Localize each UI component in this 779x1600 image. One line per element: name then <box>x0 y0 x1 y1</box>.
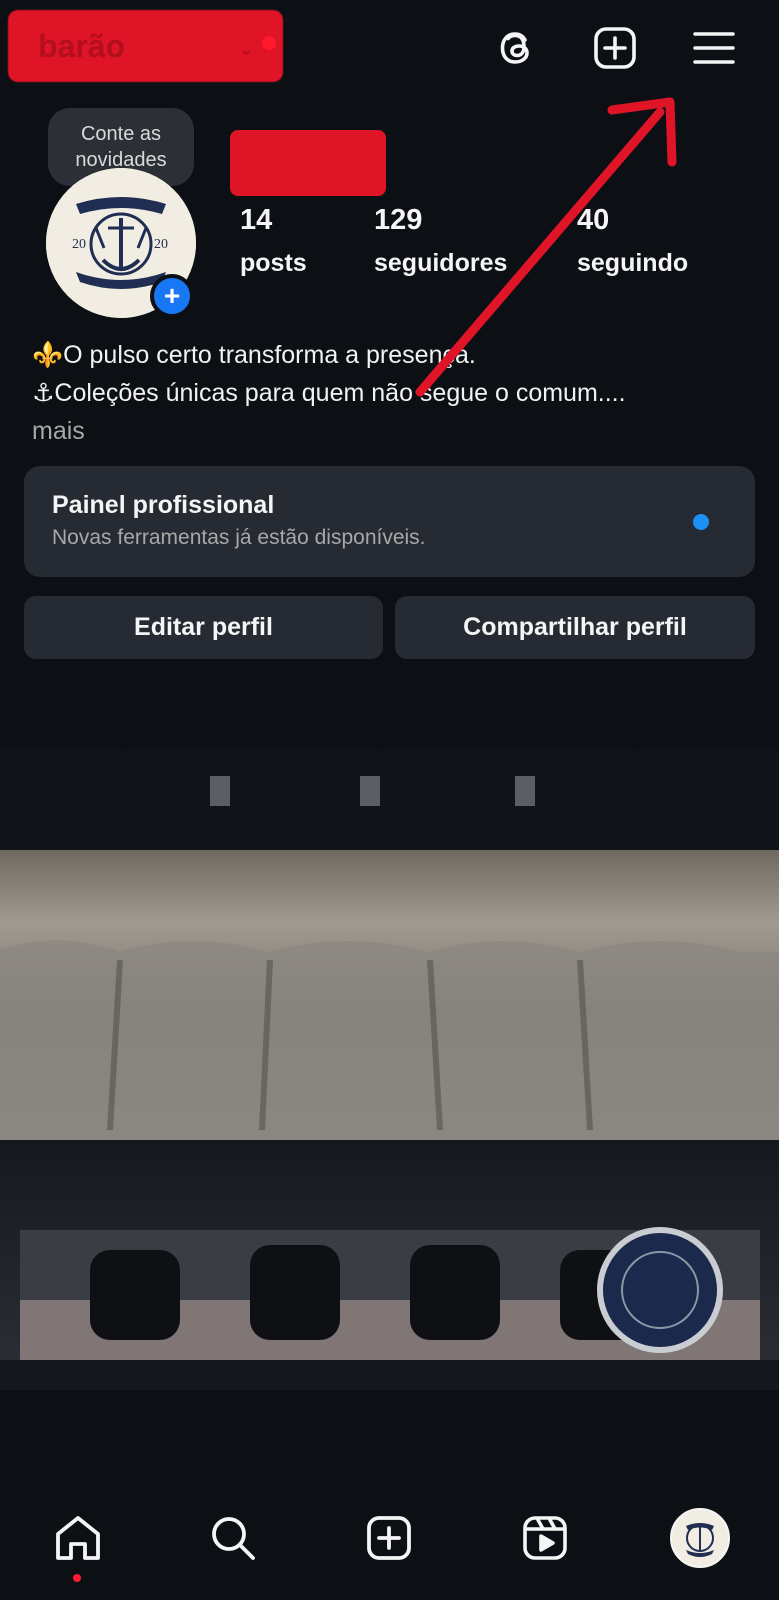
bio-line-2: ⚓Coleções únicas para quem não segue o c… <box>32 379 626 407</box>
svg-text:20: 20 <box>154 237 168 252</box>
svg-text:20: 20 <box>72 237 86 252</box>
profile-bio: ⚜️O pulso certo transforma a presença. ⚓… <box>32 336 752 450</box>
followers-count: 129 <box>374 204 423 236</box>
following-label: seguindo <box>577 249 689 277</box>
posts-count: 14 <box>240 204 273 236</box>
note-tooltip-text: Conte as novidades <box>75 123 167 171</box>
following-count: 40 <box>577 204 610 236</box>
account-switcher[interactable]: barão ⌄ <box>8 10 283 82</box>
threads-icon[interactable] <box>488 20 544 76</box>
edit-profile-button[interactable]: Editar perfil <box>24 596 383 659</box>
following-stat[interactable]: 40 seguindo <box>577 204 688 278</box>
profile-tab-avatar[interactable] <box>668 1506 732 1570</box>
create-icon[interactable] <box>357 1506 421 1570</box>
profile-avatar <box>670 1508 730 1568</box>
posts-label: posts <box>240 249 307 277</box>
posts-stat[interactable]: 14 posts <box>240 204 307 278</box>
reels-icon[interactable] <box>513 1506 577 1570</box>
bio-more-link[interactable]: mais <box>32 412 752 450</box>
bio-line-1: ⚜️O pulso certo transforma a presença. <box>32 341 476 369</box>
followers-label: seguidores <box>374 249 508 277</box>
share-profile-button[interactable]: Compartilhar perfil <box>395 596 755 659</box>
profile-media-image[interactable] <box>0 690 779 1390</box>
add-story-button[interactable]: + <box>150 274 194 318</box>
followers-stat[interactable]: 129 seguidores <box>374 204 507 278</box>
notification-dot <box>262 36 276 50</box>
username: barão <box>38 28 126 64</box>
hamburger-menu-icon[interactable] <box>686 20 742 76</box>
pro-dashboard-title: Painel profissional <box>52 491 275 519</box>
search-icon[interactable] <box>201 1506 265 1570</box>
bottom-navigation <box>0 1486 779 1600</box>
chevron-down-icon: ⌄ <box>238 38 255 60</box>
new-indicator-dot <box>693 514 709 530</box>
professional-dashboard-card[interactable]: Painel profissional Novas ferramentas já… <box>24 466 755 577</box>
display-name-redaction <box>230 130 386 196</box>
home-icon[interactable] <box>46 1506 110 1570</box>
top-bar: barão ⌄ <box>0 0 779 100</box>
home-notification-dot <box>73 1574 81 1582</box>
new-post-icon[interactable] <box>587 20 643 76</box>
pro-dashboard-subtitle: Novas ferramentas já estão disponíveis. <box>52 526 426 549</box>
